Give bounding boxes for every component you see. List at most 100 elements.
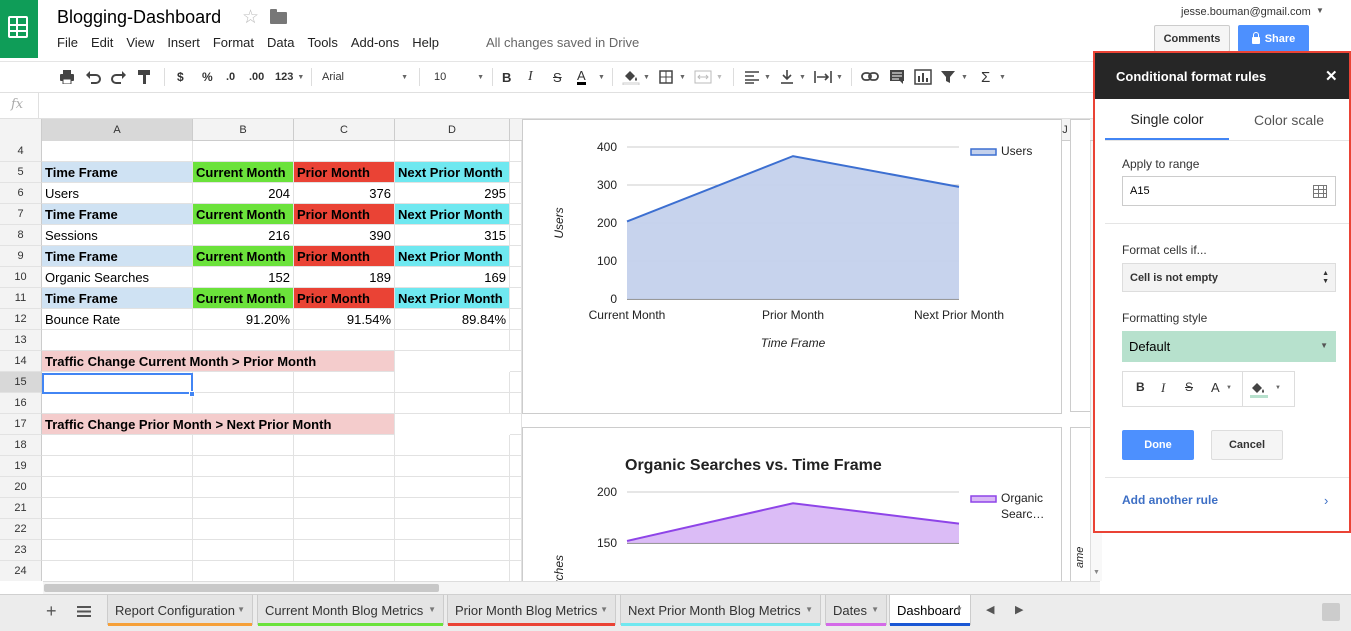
cell-e22[interactable] — [510, 519, 522, 540]
chevron-down-icon[interactable]: ▼ — [799, 74, 806, 81]
menu-tools[interactable]: Tools — [307, 35, 337, 50]
cell-c6[interactable]: 376 — [294, 183, 395, 204]
row-header-17[interactable]: 17 — [0, 414, 42, 435]
menu-help[interactable]: Help — [412, 35, 439, 50]
row-header-7[interactable]: 7 — [0, 204, 42, 225]
cell-e24[interactable] — [510, 561, 522, 581]
borders-icon[interactable] — [659, 70, 673, 84]
chevron-down-icon[interactable]: ▼ — [764, 74, 771, 81]
cell-b7[interactable]: Current Month — [193, 204, 294, 225]
cell-a21[interactable] — [42, 498, 193, 519]
cell-e14[interactable] — [510, 351, 522, 372]
cell-a18[interactable] — [42, 435, 193, 456]
cell-c20[interactable] — [294, 477, 395, 498]
sheet-tab-next-prior-month[interactable]: Next Prior Month Blog Metrics ▼ — [620, 595, 821, 626]
cell-a17[interactable]: Traffic Change Prior Month > Next Prior … — [42, 414, 395, 435]
chevron-down-icon[interactable]: ▼ — [428, 605, 436, 614]
cell-c13[interactable] — [294, 330, 395, 351]
cell-e17[interactable] — [510, 414, 522, 435]
done-button[interactable]: Done — [1122, 430, 1194, 460]
cell-c16[interactable] — [294, 393, 395, 414]
italic-button[interactable]: I — [1161, 380, 1165, 396]
cell-d8[interactable]: 315 — [395, 225, 510, 246]
menu-format[interactable]: Format — [213, 35, 254, 50]
decrease-decimal-button[interactable]: .0 — [226, 68, 235, 86]
cell-e19[interactable] — [510, 456, 522, 477]
column-header-d[interactable]: D — [395, 119, 510, 141]
row-header-14[interactable]: 14 — [0, 351, 42, 372]
vertical-align-icon[interactable] — [780, 69, 794, 85]
cell-c23[interactable] — [294, 540, 395, 561]
cell-d5[interactable]: Next Prior Month — [395, 162, 510, 183]
menu-addons[interactable]: Add-ons — [351, 35, 399, 50]
cell-e20[interactable] — [510, 477, 522, 498]
row-header-13[interactable]: 13 — [0, 330, 42, 351]
cell-b10[interactable]: 152 — [193, 267, 294, 288]
cell-e15[interactable] — [510, 372, 522, 393]
chevron-down-icon[interactable]: ▼ — [643, 74, 650, 81]
row-header-5[interactable]: 5 — [0, 162, 42, 183]
fill-handle[interactable] — [189, 391, 195, 397]
cell-a11[interactable]: Time Frame — [42, 288, 193, 309]
cell-d18[interactable] — [395, 435, 510, 456]
comment-icon[interactable] — [889, 69, 905, 85]
cell-c22[interactable] — [294, 519, 395, 540]
cell-a5[interactable]: Time Frame — [42, 162, 193, 183]
chevron-down-icon[interactable]: ▼ — [1316, 6, 1324, 15]
menu-data[interactable]: Data — [267, 35, 294, 50]
chevron-down-icon[interactable]: ▼ — [999, 74, 1006, 81]
cell-b24[interactable] — [193, 561, 294, 581]
cell-c19[interactable] — [294, 456, 395, 477]
font-size-dropdown[interactable]: 10 ▼ — [434, 67, 484, 87]
users-chart[interactable]: 0 100 200 300 400 Current Month Prior Month Nex… — [522, 119, 1062, 414]
cell-c10[interactable]: 189 — [294, 267, 395, 288]
explore-icon[interactable] — [1322, 603, 1340, 621]
chevron-down-icon[interactable]: ▼ — [871, 605, 879, 614]
cell-c9[interactable]: Prior Month — [294, 246, 395, 267]
bold-button[interactable]: B — [1136, 380, 1145, 394]
chevron-down-icon[interactable]: ▼ — [237, 605, 245, 614]
cell-d11[interactable]: Next Prior Month — [395, 288, 510, 309]
all-sheets-icon[interactable] — [77, 606, 91, 617]
cell-a19[interactable] — [42, 456, 193, 477]
italic-button[interactable]: I — [528, 68, 533, 86]
select-all-corner[interactable] — [0, 119, 42, 141]
align-left-icon[interactable] — [744, 70, 760, 84]
cell-c11[interactable]: Prior Month — [294, 288, 395, 309]
cell-a15[interactable] — [42, 372, 193, 393]
scroll-tabs-left-icon[interactable]: ◀ — [986, 603, 994, 616]
cell-d13[interactable] — [395, 330, 510, 351]
scroll-tabs-right-icon[interactable]: ▶ — [1015, 603, 1023, 616]
cell-c18[interactable] — [294, 435, 395, 456]
cell-d22[interactable] — [395, 519, 510, 540]
undo-icon[interactable] — [85, 70, 101, 84]
sheets-logo[interactable] — [0, 0, 38, 58]
menu-file[interactable]: File — [57, 35, 78, 50]
cell-e13[interactable] — [510, 330, 522, 351]
sheet-tab-dashboard[interactable]: Dashboard ▼ — [889, 595, 971, 626]
cell-d20[interactable] — [395, 477, 510, 498]
print-icon[interactable] — [59, 70, 75, 84]
cell-d9[interactable]: Next Prior Month — [395, 246, 510, 267]
style-select[interactable]: Default ▼ — [1122, 331, 1336, 362]
chart-icon[interactable] — [914, 69, 932, 85]
menu-insert[interactable]: Insert — [167, 35, 200, 50]
column-header-b[interactable]: B — [193, 119, 294, 141]
sheet-tab-prior-month[interactable]: Prior Month Blog Metrics ▼ — [447, 595, 616, 626]
chevron-down-icon[interactable]: ▼ — [955, 605, 963, 614]
chevron-down-icon[interactable]: ▼ — [679, 74, 686, 81]
row-header-20[interactable]: 20 — [0, 477, 42, 498]
cell-e6[interactable] — [510, 183, 522, 204]
add-another-rule-link[interactable]: Add another rule — [1122, 493, 1218, 507]
cell-c15[interactable] — [294, 372, 395, 393]
range-input[interactable]: A15 — [1122, 176, 1336, 206]
row-header-19[interactable]: 19 — [0, 456, 42, 477]
cell-e4[interactable] — [510, 141, 522, 162]
cell-e8[interactable] — [510, 225, 522, 246]
cell-b12[interactable]: 91.20% — [193, 309, 294, 330]
cell-d6[interactable]: 295 — [395, 183, 510, 204]
cell-b15[interactable] — [193, 372, 294, 393]
organic-searches-chart[interactable]: 150 200 Organic Searc… ...arches Organic Sear… — [522, 427, 1062, 581]
chart-edge[interactable]: ame — [1070, 427, 1090, 581]
strikethrough-button[interactable]: S — [553, 68, 562, 86]
